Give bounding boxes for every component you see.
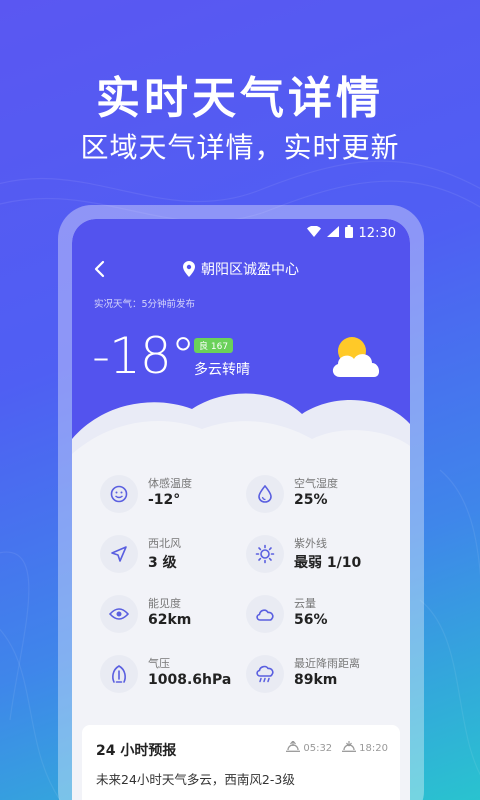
forecast-description: 未来24小时天气多云，西南风2-3级: [96, 772, 295, 787]
detail-label: 最近降雨距离: [294, 657, 360, 670]
detail-label: 能见度: [148, 597, 181, 610]
phone-screen: 12:30 朝阳区诚盈中心 实况天气：5分钟前发布 -18° 良 167 多云转…: [72, 219, 410, 800]
wifi-icon: [306, 225, 321, 241]
battery-icon: [344, 224, 353, 242]
sunrise-icon: [286, 740, 301, 755]
wind-direction-icon: [100, 535, 138, 573]
detail-feels-like[interactable]: 体感温度 -12°: [100, 473, 250, 523]
detail-label: 云量: [294, 597, 316, 610]
rain-cloud-icon: [246, 655, 284, 693]
forecast-title: 24 小时预报: [96, 743, 177, 759]
detail-value: 56%: [294, 612, 328, 628]
cloud-icon: [246, 595, 284, 633]
location-name: 朝阳区诚盈中心: [201, 262, 299, 278]
detail-rain-distance[interactable]: 最近降雨距离 89km: [246, 653, 396, 703]
detail-pressure[interactable]: 气压 1008.6hPa: [100, 653, 250, 703]
detail-value: 3 级: [148, 555, 177, 571]
weather-condition: 多云转晴: [194, 362, 250, 378]
detail-visibility[interactable]: 能见度 62km: [100, 593, 250, 643]
nav-bar: 朝阳区诚盈中心: [72, 255, 410, 285]
sun-times: 05:32 18:20: [286, 740, 388, 755]
signal-icon: [326, 225, 339, 241]
detail-value: 62km: [148, 612, 192, 628]
sunset-icon: [342, 741, 357, 755]
detail-label: 气压: [148, 657, 170, 670]
sun-icon: [246, 535, 284, 573]
detail-cloud-cover[interactable]: 云量 56%: [246, 593, 396, 643]
observation-note: 实况天气：5分钟前发布: [94, 299, 196, 310]
current-temperature: -18°: [92, 327, 196, 385]
status-time: 12:30: [358, 225, 396, 241]
location-selector[interactable]: 朝阳区诚盈中心: [72, 259, 410, 279]
smile-face-icon: [100, 475, 138, 513]
detail-humidity[interactable]: 空气湿度 25%: [246, 473, 396, 523]
location-pin-icon: [183, 261, 195, 277]
partly-cloudy-icon: [332, 337, 380, 377]
water-drop-icon: [246, 475, 284, 513]
pressure-gauge-icon: [100, 655, 138, 693]
hero-subtitle: 区域天气详情，实时更新: [80, 131, 400, 164]
forecast-card[interactable]: 24 小时预报 05:32 18:20 未来24小时天气多云，西南风2-3级: [82, 725, 400, 800]
sunrise-time: 05:32: [303, 743, 333, 754]
status-bar: 12:30: [306, 223, 396, 243]
eye-icon: [100, 595, 138, 633]
detail-value: 25%: [294, 492, 328, 508]
sunset-time: 18:20: [359, 743, 388, 754]
detail-value: 最弱 1/10: [294, 555, 362, 571]
detail-value: 1008.6hPa: [148, 672, 232, 688]
hero-title: 实时天气详情: [96, 73, 384, 124]
detail-label: 空气湿度: [294, 477, 338, 490]
aqi-badge[interactable]: 良 167: [194, 338, 234, 353]
detail-label: 紫外线: [294, 537, 327, 550]
detail-value: -12°: [148, 492, 181, 508]
detail-wind[interactable]: 西北风 3 级: [100, 533, 250, 583]
detail-value: 89km: [294, 672, 338, 688]
detail-label: 体感温度: [148, 477, 192, 490]
detail-label: 西北风: [148, 537, 181, 550]
detail-uv[interactable]: 紫外线 最弱 1/10: [246, 533, 396, 583]
